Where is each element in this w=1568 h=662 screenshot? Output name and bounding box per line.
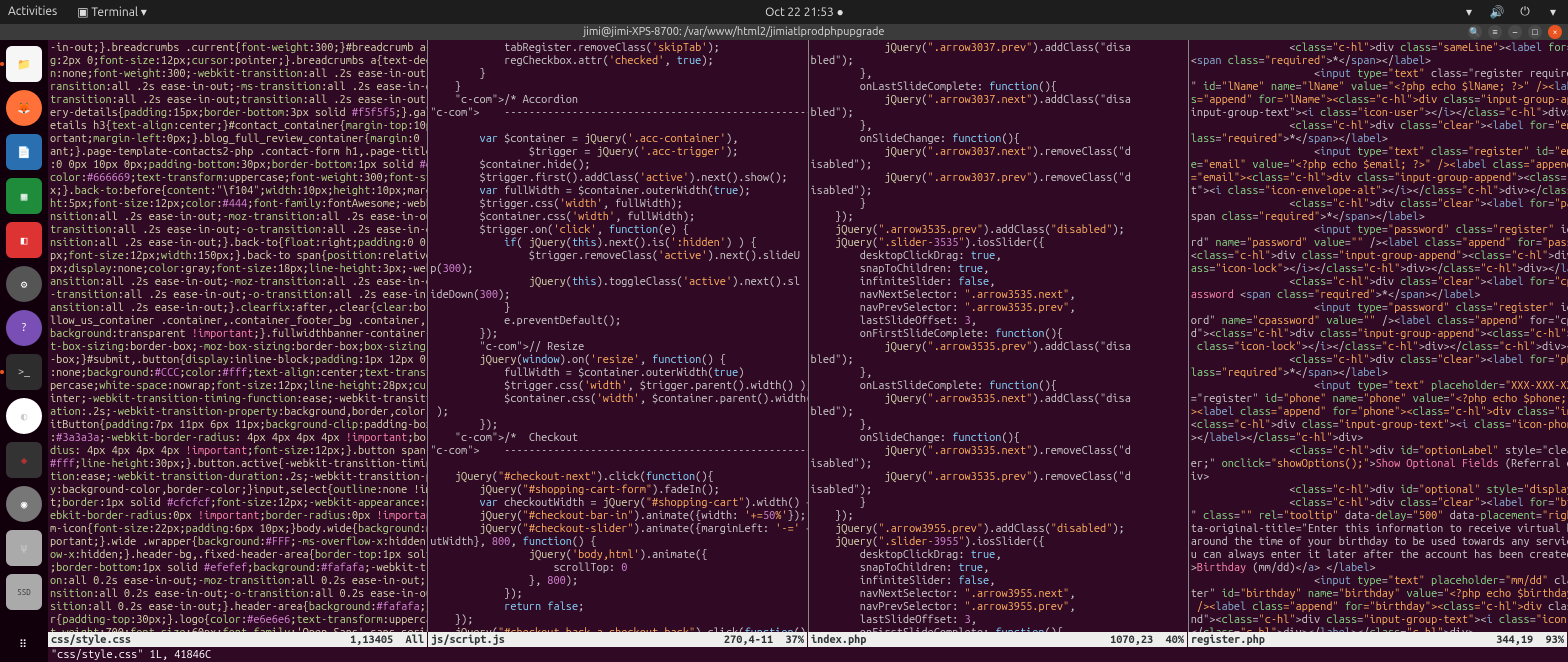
status-pane-3: index.php 1070,23 40% xyxy=(808,632,1188,647)
window-minimize-button[interactable]: – xyxy=(1508,25,1522,39)
grid-icon: ⠿ xyxy=(19,638,29,651)
activities-button[interactable]: Activities xyxy=(8,5,57,19)
status-file-4: register.php xyxy=(1191,634,1496,646)
vim-split-panes: -in-out;}.breadcrumbs .current{font-weig… xyxy=(48,40,1568,632)
window-titlebar: jimi@jimi-XPS-8700: /var/www/html2/jimia… xyxy=(0,24,1568,40)
vim-pane-register-php[interactable]: <class="c-hl">div class="sameLine"><labe… xyxy=(1189,40,1568,632)
terminal-icon: >_ xyxy=(18,366,30,378)
disc-icon: ◉ xyxy=(21,498,28,511)
status-pct-2: 37% xyxy=(786,634,804,646)
vim-pane-css[interactable]: -in-out;}.breadcrumbs .current{font-weig… xyxy=(48,40,428,632)
help-icon: ? xyxy=(21,322,27,334)
terminal-window: -in-out;}.breadcrumbs .current{font-weig… xyxy=(48,40,1568,662)
chrome-icon: ◐ xyxy=(21,410,28,423)
app2-icon: ◆ xyxy=(21,454,28,467)
titlebar-search-icon[interactable]: 🔍 xyxy=(1468,25,1482,39)
dock-files[interactable]: 📁 xyxy=(6,46,42,82)
dock-show-apps[interactable]: ⠿ xyxy=(6,626,42,662)
status-pct-4: 93% xyxy=(1546,634,1564,646)
system-menu-chevron-icon[interactable]: ▾ xyxy=(1546,5,1560,19)
window-title: jimi@jimi-XPS-8700: /var/www/html2/jimia… xyxy=(0,26,1468,38)
network-icon[interactable]: ▾ xyxy=(1462,5,1476,19)
window-close-button[interactable]: × xyxy=(1548,25,1562,39)
status-pct-3: 40% xyxy=(1166,634,1184,646)
status-file-2: js/script.js xyxy=(431,634,724,646)
power-icon[interactable]: ⏻ xyxy=(1518,5,1532,19)
gnome-top-bar: Activities ▣ Terminal ▾ Oct 22 21:53 ● ▾… xyxy=(0,0,1568,24)
dock-calc[interactable]: ▦ xyxy=(6,178,42,214)
vim-pane-index-php[interactable]: jQuery(".arrow3037.prev").addClass("disa… xyxy=(809,40,1189,632)
ubuntu-dock: 📁 🦊 📄 ▦ ◧ ⚙ ? >_ ◐ ◆ ◉ ψ SSD ⠿ xyxy=(0,40,48,662)
document-icon: 📄 xyxy=(17,146,31,159)
firefox-icon: 🦊 xyxy=(17,102,31,115)
ssd-icon: SSD xyxy=(17,588,30,597)
status-pct-1: All xyxy=(406,634,424,646)
status-pos-4: 344,19 xyxy=(1496,634,1533,646)
dock-disc[interactable]: ◉ xyxy=(6,486,42,522)
status-pane-4: register.php 344,19 93% xyxy=(1188,632,1568,647)
app-menu[interactable]: ▣ Terminal ▾ xyxy=(77,5,147,19)
dock-app2[interactable]: ◆ xyxy=(6,442,42,478)
dock-chrome[interactable]: ◐ xyxy=(6,398,42,434)
status-pane-1: css/style.css 1,13405 All xyxy=(48,632,428,647)
spreadsheet-icon: ▦ xyxy=(21,190,28,203)
app-icon: ◧ xyxy=(21,234,28,247)
gear-icon: ⚙ xyxy=(21,278,28,291)
dock-settings[interactable]: ⚙ xyxy=(6,266,42,302)
files-icon: 📁 xyxy=(17,58,31,71)
titlebar-menu-icon[interactable]: ≡ xyxy=(1488,25,1502,39)
dock-firefox[interactable]: 🦊 xyxy=(6,90,42,126)
dock-terminal[interactable]: >_ xyxy=(6,354,42,390)
terminal-icon: ▣ xyxy=(77,6,88,19)
usb-icon: ψ xyxy=(21,542,27,554)
status-pos-1: 1,13405 xyxy=(350,634,393,646)
vim-pane-js[interactable]: tabRegister.removeClass('skipTab'); regC… xyxy=(428,40,808,632)
dock-usb[interactable]: ψ xyxy=(6,530,42,566)
window-maximize-button[interactable]: □ xyxy=(1528,25,1542,39)
dock-ssd[interactable]: SSD xyxy=(6,574,42,610)
vim-command-line[interactable]: "css/style.css" 1L, 41846C xyxy=(48,647,1568,662)
dock-writer[interactable]: 📄 xyxy=(6,134,42,170)
status-file-1: css/style.css xyxy=(51,634,350,646)
app-menu-label: Terminal xyxy=(91,6,138,19)
status-pos-3: 1070,23 xyxy=(1110,634,1153,646)
dock-app-red[interactable]: ◧ xyxy=(6,222,42,258)
status-file-3: index.php xyxy=(811,634,1110,646)
status-pos-2: 270,4-11 xyxy=(724,634,773,646)
vim-status-bar: css/style.css 1,13405 All js/script.js 2… xyxy=(48,632,1568,647)
status-pane-2: js/script.js 270,4-11 37% xyxy=(428,632,808,647)
volume-icon[interactable]: 🔊 xyxy=(1490,5,1504,19)
clock[interactable]: Oct 22 21:53 ● xyxy=(765,6,844,19)
dock-help[interactable]: ? xyxy=(6,310,42,346)
